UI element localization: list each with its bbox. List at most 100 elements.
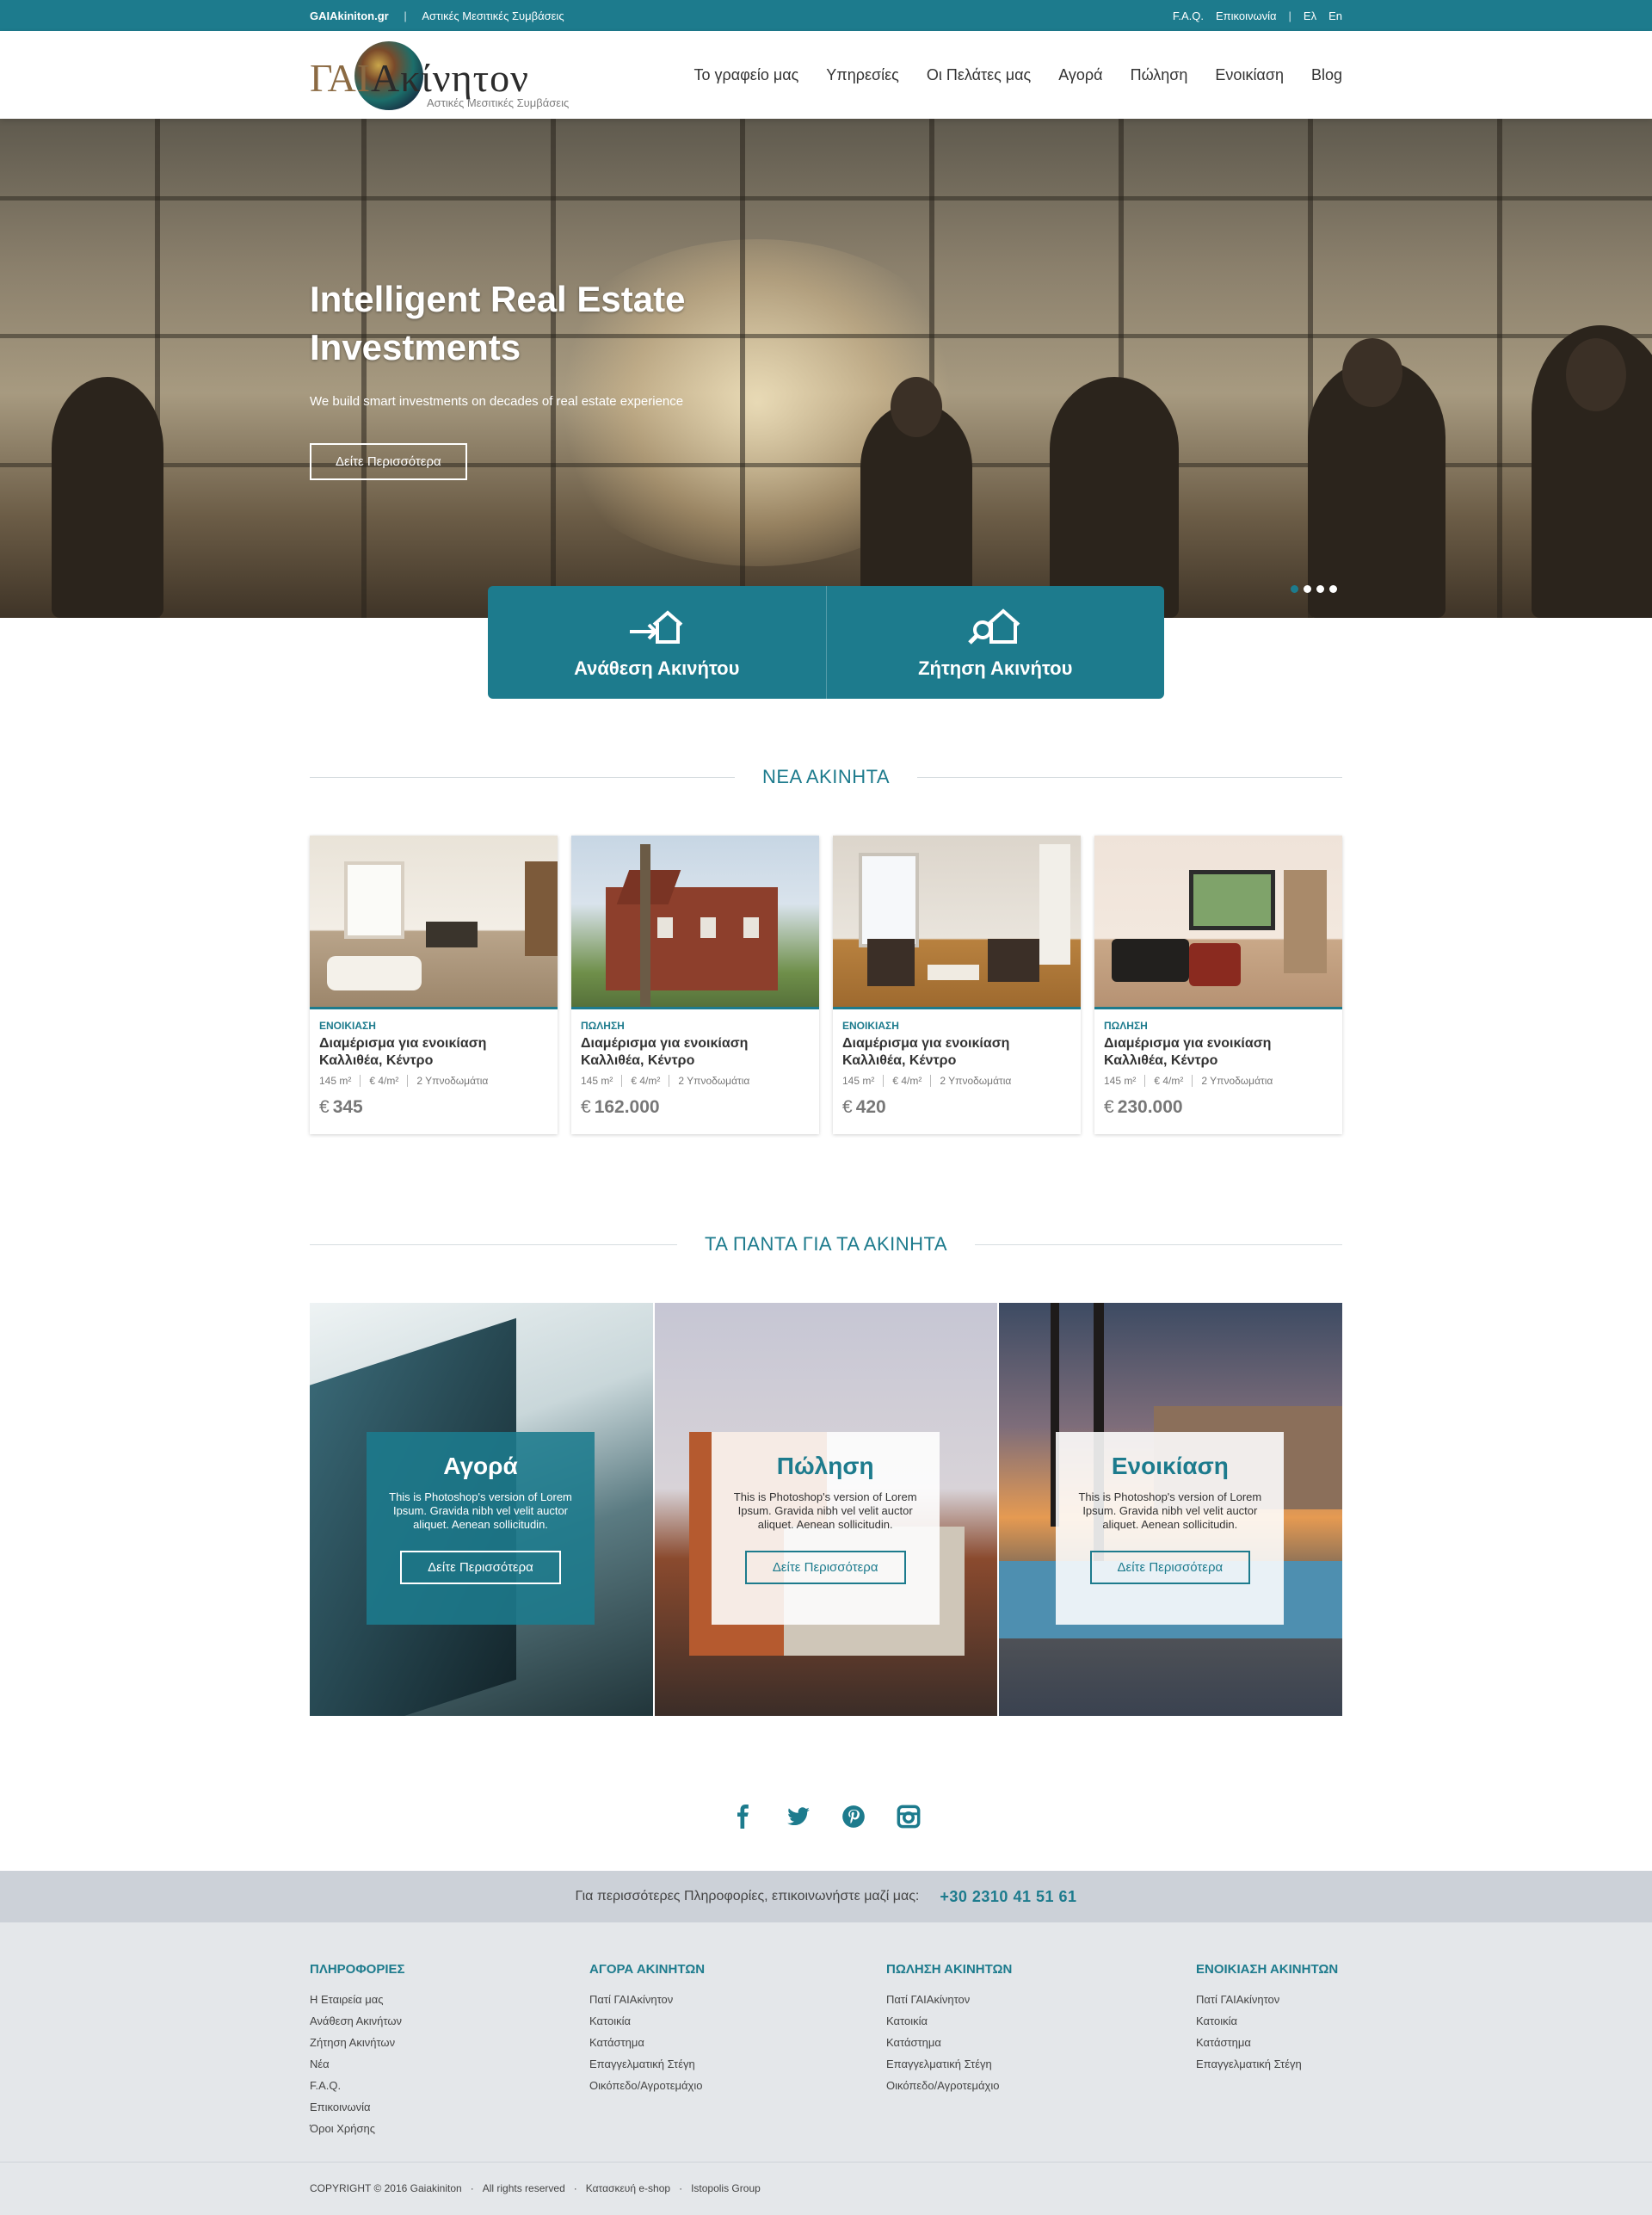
meta-divider bbox=[360, 1075, 361, 1087]
sell-panel-title: Πώληση bbox=[776, 1453, 874, 1479]
nav-clients[interactable]: Οι Πελάτες μας bbox=[927, 66, 1031, 84]
property-area: 145 m² bbox=[1104, 1075, 1137, 1087]
hero-person bbox=[1050, 377, 1179, 618]
nav-buy[interactable]: Αγορά bbox=[1058, 66, 1102, 84]
property-photo[interactable] bbox=[571, 836, 819, 1009]
property-title[interactable]: Διαμέρισμα για ενοικίαση Καλλιθέα, Κέντρ… bbox=[319, 1035, 534, 1070]
footer-link[interactable]: Ανάθεση Ακινήτων bbox=[310, 2010, 589, 2032]
istopolis-link[interactable]: Istopolis Group bbox=[691, 2182, 761, 2194]
hero-person bbox=[891, 377, 942, 437]
footer-link[interactable]: Όροι Χρήσης bbox=[310, 2118, 589, 2139]
new-properties-header: ΝΕΑ ΑΚΙΝΗΤΑ bbox=[310, 764, 1343, 790]
property-area: 145 m² bbox=[581, 1075, 613, 1087]
contact-band: Για περισσότερες Πληροφορίες, επικοινωνή… bbox=[0, 1871, 1652, 1922]
faq-link[interactable]: F.A.Q. bbox=[1173, 9, 1204, 22]
property-rooms: 2 Υπνοδωμάτια bbox=[1201, 1075, 1273, 1087]
footer-link[interactable]: Κατάστημα bbox=[1196, 2032, 1342, 2053]
sell-more-button[interactable]: Δείτε Περισσότερα bbox=[744, 1551, 906, 1584]
footer-link[interactable]: Επικοινωνία bbox=[310, 2096, 589, 2118]
sell-panel[interactable]: Πώληση This is Photoshop's version of Lo… bbox=[654, 1303, 998, 1716]
topbar-separator: | bbox=[1288, 9, 1291, 22]
footer-link[interactable]: Επαγγελματική Στέγη bbox=[1196, 2053, 1342, 2075]
footer-link[interactable]: Πατί ΓΑΙΑκίνητον bbox=[589, 1989, 886, 2010]
lang-el-link[interactable]: Ελ bbox=[1304, 9, 1316, 22]
property-card[interactable]: ΠΩΛΗΣΗ Διαμέρισμα για ενοικίαση Καλλιθέα… bbox=[1094, 836, 1342, 1134]
footer-link[interactable]: Οικόπεδο/Αγροτεμάχιο bbox=[589, 2075, 886, 2096]
footer-link[interactable]: Οικόπεδο/Αγροτεμάχιο bbox=[886, 2075, 1196, 2096]
property-photo[interactable] bbox=[310, 836, 558, 1009]
property-price-per-m2: € 4/m² bbox=[892, 1075, 922, 1087]
footer-col-title: ΕΝΟΙΚΙΑΣΗ ΑΚΙΝΗΤΩΝ bbox=[1196, 1962, 1339, 1977]
meta-divider bbox=[1144, 1075, 1146, 1087]
property-photo[interactable] bbox=[833, 836, 1081, 1009]
footer-link[interactable]: Επαγγελματική Στέγη bbox=[886, 2053, 1196, 2075]
hero-window-frame bbox=[0, 196, 1652, 201]
pinterest-link[interactable] bbox=[841, 1804, 866, 1829]
slider-dot[interactable] bbox=[1304, 585, 1311, 593]
rent-panel[interactable]: Ενοικίαση This is Photoshop's version of… bbox=[999, 1303, 1343, 1716]
buy-panel-title: Αγορά bbox=[443, 1453, 518, 1479]
footer-link[interactable]: Κατάστημα bbox=[589, 2032, 886, 2053]
divider bbox=[917, 776, 1343, 778]
facebook-link[interactable] bbox=[730, 1804, 756, 1829]
property-price-per-m2: € 4/m² bbox=[369, 1075, 399, 1087]
nav-sell[interactable]: Πώληση bbox=[1131, 66, 1188, 84]
assign-property-button[interactable]: Ανάθεση Ακινήτου bbox=[488, 586, 826, 699]
property-type: ΕΝΟΙΚΙΑΣΗ bbox=[319, 1020, 376, 1032]
footer-link[interactable]: Νέα bbox=[310, 2053, 589, 2075]
lang-en-link[interactable]: En bbox=[1328, 9, 1342, 22]
footer-link[interactable]: Επαγγελματική Στέγη bbox=[589, 2053, 886, 2075]
property-card[interactable]: ΕΝΟΙΚΙΑΣΗ Διαμέρισμα για ενοικίαση Καλλι… bbox=[833, 836, 1081, 1134]
hero-more-button[interactable]: Δείτε Περισσότερα bbox=[310, 443, 467, 480]
slider-dots bbox=[1291, 585, 1337, 593]
buy-panel[interactable]: Αγορά This is Photoshop's version of Lor… bbox=[310, 1303, 653, 1716]
nav-services[interactable]: Υπηρεσίες bbox=[826, 66, 899, 84]
property-type: ΠΩΛΗΣΗ bbox=[1104, 1020, 1148, 1032]
rent-more-button[interactable]: Δείτε Περισσότερα bbox=[1089, 1551, 1251, 1584]
footer-link[interactable]: Πατί ΓΑΙΑκίνητον bbox=[1196, 1989, 1342, 2010]
slider-dot[interactable] bbox=[1329, 585, 1337, 593]
footer-link[interactable]: Ζήτηση Ακινήτων bbox=[310, 2032, 589, 2053]
footer-link[interactable]: Πατί ΓΑΙΑκίνητον bbox=[886, 1989, 1196, 2010]
twitter-link[interactable] bbox=[786, 1804, 811, 1829]
slider-dot[interactable] bbox=[1316, 585, 1324, 593]
nav-blog[interactable]: Blog bbox=[1311, 66, 1342, 84]
property-card[interactable]: ΕΝΟΙΚΙΑΣΗ Διαμέρισμα για ενοικίαση Καλλι… bbox=[310, 836, 558, 1134]
nav-office[interactable]: Το γραφείο μας bbox=[693, 66, 798, 84]
footer-link[interactable]: Κατοικία bbox=[589, 2010, 886, 2032]
request-property-button[interactable]: Ζήτηση Ακινήτου bbox=[825, 586, 1165, 699]
slider-dot[interactable] bbox=[1291, 585, 1298, 593]
contact-phone[interactable]: +30 2310 41 51 61 bbox=[940, 1888, 1076, 1906]
property-title[interactable]: Διαμέρισμα για ενοικίαση Καλλιθέα, Κέντρ… bbox=[1104, 1035, 1319, 1070]
contact-text: Για περισσότερες Πληροφορίες, επικοινωνή… bbox=[575, 1889, 920, 1903]
property-card[interactable]: ΠΩΛΗΣΗ Διαμέρισμα για ενοικίαση Καλλιθέα… bbox=[571, 836, 819, 1134]
new-properties-title: ΝΕΑ ΑΚΙΝΗΤΑ bbox=[761, 766, 891, 787]
copyright-separator: · bbox=[573, 2182, 577, 2194]
property-cards: ΕΝΟΙΚΙΑΣΗ Διαμέρισμα για ενοικίαση Καλλι… bbox=[310, 836, 1342, 1134]
footer-link[interactable]: Κατοικία bbox=[886, 2010, 1196, 2032]
buy-more-button[interactable]: Δείτε Περισσότερα bbox=[400, 1551, 561, 1584]
hero-person bbox=[1342, 338, 1402, 407]
assign-property-label: Ανάθεση Ακινήτου bbox=[574, 657, 740, 679]
footer-link[interactable]: F.A.Q. bbox=[310, 2075, 589, 2096]
property-type: ΠΩΛΗΣΗ bbox=[581, 1020, 625, 1032]
contact-link[interactable]: Επικοινωνία bbox=[1216, 9, 1277, 22]
hero-window-frame bbox=[1497, 119, 1502, 618]
hero-title: Intelligent Real Estate Investments bbox=[310, 279, 686, 367]
logo[interactable]: ΓΑΙΑκίνητον Αστικές Μεσιτικές Συμβάσεις bbox=[310, 36, 594, 114]
property-title[interactable]: Διαμέρισμα για ενοικίαση Καλλιθέα, Κέντρ… bbox=[842, 1035, 1057, 1070]
instagram-link[interactable] bbox=[896, 1804, 922, 1829]
property-photo[interactable] bbox=[1094, 836, 1342, 1009]
footer-link[interactable]: Η Εταιρεία μας bbox=[310, 1989, 589, 2010]
property-title[interactable]: Διαμέρισμα για ενοικίαση Καλλιθέα, Κέντρ… bbox=[581, 1035, 796, 1070]
nav-rent[interactable]: Ενοικίαση bbox=[1215, 66, 1284, 84]
property-area: 145 m² bbox=[842, 1075, 875, 1087]
site-link[interactable]: GAIAkiniton.gr bbox=[310, 9, 389, 22]
footer-link[interactable]: Κατοικία bbox=[1196, 2010, 1342, 2032]
eshop-credit-link[interactable]: Κατασκευή e-shop bbox=[586, 2182, 670, 2194]
footer-link[interactable]: Κατάστημα bbox=[886, 2032, 1196, 2053]
hero-person bbox=[52, 377, 163, 618]
property-price-per-m2: € 4/m² bbox=[1154, 1075, 1184, 1087]
property-price-per-m2: € 4/m² bbox=[631, 1075, 661, 1087]
property-price-value: 162.000 bbox=[594, 1097, 660, 1117]
